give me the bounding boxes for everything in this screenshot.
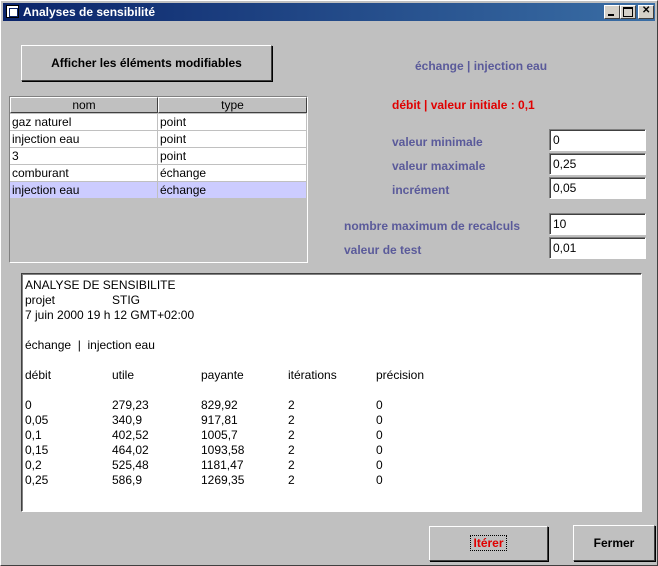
cell-type: point bbox=[158, 114, 307, 131]
max-recalc-field[interactable]: 10 bbox=[549, 213, 646, 235]
cell-type: point bbox=[158, 131, 307, 148]
report-cell: 464,02 bbox=[112, 443, 149, 457]
cell-nom: injection eau bbox=[10, 131, 158, 148]
report-selection: échange | injection eau bbox=[25, 338, 155, 352]
report-title: ANALYSE DE SENSIBILITE bbox=[25, 278, 176, 292]
cell-nom: injection eau bbox=[10, 182, 158, 199]
report-col-precision: précision bbox=[376, 368, 425, 382]
table-row[interactable]: injection eau point bbox=[10, 131, 307, 148]
report-col-debit: débit bbox=[25, 368, 52, 382]
cell-type: échange bbox=[158, 182, 307, 199]
table-row[interactable]: comburant échange bbox=[10, 165, 307, 182]
cell-nom: 3 bbox=[10, 148, 158, 165]
report-cell: 2 bbox=[288, 473, 295, 487]
report-cell: 0,1 bbox=[25, 428, 42, 442]
current-parameter-label: débit | valeur initiale : 0,1 bbox=[392, 98, 535, 112]
minimize-button[interactable] bbox=[604, 5, 620, 19]
report-cell: 279,23 bbox=[112, 398, 149, 412]
report-cell: 0 bbox=[25, 398, 32, 412]
min-value-field[interactable]: 0 bbox=[549, 129, 646, 151]
table-header: nom type bbox=[10, 97, 307, 113]
report-cell: 2 bbox=[288, 398, 295, 412]
cell-type: point bbox=[158, 148, 307, 165]
test-value-label: valeur de test bbox=[344, 243, 422, 257]
report-cell: 0 bbox=[376, 413, 383, 427]
app-icon[interactable] bbox=[6, 5, 19, 18]
table-row-selected[interactable]: injection eau échange bbox=[10, 182, 307, 199]
increment-label: incrément bbox=[392, 183, 450, 197]
table-row[interactable]: gaz naturel point bbox=[10, 114, 307, 131]
sensitivity-window: Analyses de sensibilité Afficher les élé… bbox=[0, 0, 658, 566]
report-col-payante: payante bbox=[201, 368, 244, 382]
report-projet-value: STIG bbox=[112, 293, 141, 307]
report-col-utile: utile bbox=[112, 368, 135, 382]
window-title: Analyses de sensibilité bbox=[23, 5, 156, 19]
close-button[interactable] bbox=[638, 5, 654, 19]
report-cell: 0,2 bbox=[25, 458, 42, 472]
title-bar[interactable]: Analyses de sensibilité bbox=[3, 3, 655, 21]
report-cell: 1269,35 bbox=[201, 473, 245, 487]
report-cell: 1093,58 bbox=[201, 443, 245, 457]
report-col-iterations: itérations bbox=[288, 368, 337, 382]
min-value-label: valeur minimale bbox=[392, 135, 483, 149]
iterate-button-label: Itérer bbox=[470, 535, 507, 551]
report-cell: 402,52 bbox=[112, 428, 149, 442]
iterate-button[interactable]: Itérer bbox=[429, 526, 548, 561]
max-value-label: valeur maximale bbox=[392, 159, 486, 173]
increment-field[interactable]: 0,05 bbox=[549, 177, 646, 199]
elements-table: nom type gaz naturel point injection eau… bbox=[9, 96, 308, 263]
selection-header: échange | injection eau bbox=[415, 59, 548, 73]
cell-nom: gaz naturel bbox=[10, 114, 158, 131]
report-cell: 0 bbox=[376, 458, 383, 472]
report-cell: 0 bbox=[376, 473, 383, 487]
max-recalc-label: nombre maximum de recalculs bbox=[344, 219, 521, 233]
report-cell: 2 bbox=[288, 413, 295, 427]
test-value-field[interactable]: 0,01 bbox=[549, 237, 646, 259]
report-cell: 340,9 bbox=[112, 413, 143, 427]
close-dialog-button[interactable]: Fermer bbox=[573, 525, 655, 561]
report-cell: 1005,7 bbox=[201, 428, 238, 442]
report-cell: 1181,47 bbox=[201, 458, 244, 472]
cell-type: échange bbox=[158, 165, 307, 182]
report-cell: 0,25 bbox=[25, 473, 49, 487]
max-value-field[interactable]: 0,25 bbox=[549, 153, 646, 175]
maximize-button[interactable] bbox=[620, 5, 636, 19]
column-header-nom[interactable]: nom bbox=[10, 97, 158, 113]
report-text-area[interactable]: ANALYSE DE SENSIBILITE projet STIG 7 jui… bbox=[21, 273, 642, 512]
report-cell: 0,05 bbox=[25, 413, 49, 427]
report-date: 7 juin 2000 19 h 12 GMT+02:00 bbox=[25, 308, 195, 322]
report-cell: 0 bbox=[376, 428, 383, 442]
report-cell: 0,15 bbox=[25, 443, 49, 457]
report-cell: 586,9 bbox=[112, 473, 143, 487]
report-cell: 829,92 bbox=[201, 398, 238, 412]
report-cell: 0 bbox=[376, 398, 383, 412]
column-header-type[interactable]: type bbox=[158, 97, 307, 113]
cell-nom: comburant bbox=[10, 165, 158, 182]
report-cell: 2 bbox=[288, 458, 295, 472]
report-cell: 2 bbox=[288, 443, 295, 457]
report-cell: 917,81 bbox=[201, 413, 238, 427]
show-modifiable-elements-button[interactable]: Afficher les éléments modifiables bbox=[21, 45, 272, 81]
report-cell: 525,48 bbox=[112, 458, 149, 472]
report-cell: 2 bbox=[288, 428, 295, 442]
table-row[interactable]: 3 point bbox=[10, 148, 307, 165]
report-cell: 0 bbox=[376, 443, 383, 457]
report-projet-label: projet bbox=[25, 293, 56, 307]
